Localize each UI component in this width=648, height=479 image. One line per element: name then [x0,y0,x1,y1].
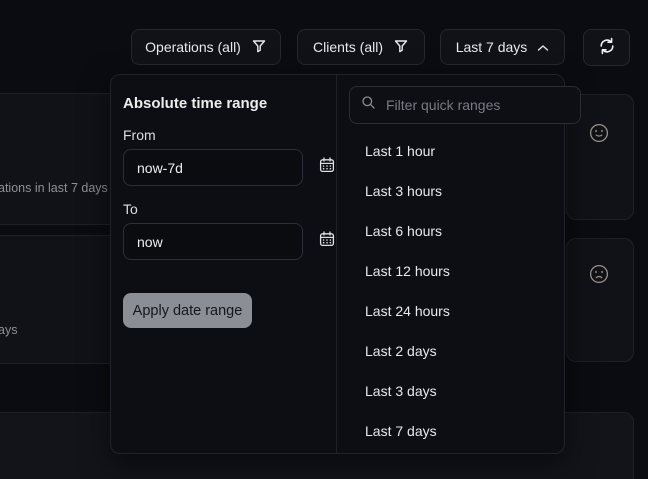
background-card-mid-left [0,235,118,364]
quick-range-item[interactable]: Last 1 hour [349,131,581,171]
quick-ranges-search[interactable] [349,86,581,124]
quick-range-item[interactable]: Last 7 days [349,411,581,451]
quick-range-item[interactable]: Last 3 days [349,371,581,411]
refresh-icon [597,36,617,59]
search-icon [361,95,376,115]
chevron-up-icon [537,39,549,55]
apply-date-range-button[interactable]: Apply date range [123,293,252,328]
to-label: To [123,202,336,217]
quick-range-item[interactable]: Last 3 hours [349,171,581,211]
calendar-icon[interactable] [318,156,336,179]
operations-filter-button[interactable]: Operations (all) [131,29,281,65]
from-label: From [123,128,336,143]
quick-ranges-list: Last 1 hour Last 3 hours Last 6 hours La… [349,131,581,451]
time-range-dropdown-panel: Absolute time range From To [110,74,565,454]
background-card-caption-2: ays [0,323,17,337]
absolute-time-range-section: Absolute time range From To [111,75,337,453]
background-card-top-left [0,93,118,225]
clients-filter-button[interactable]: Clients (all) [297,29,425,65]
funnel-icon [393,38,409,57]
panel-title: Absolute time range [123,95,336,112]
quick-range-item[interactable]: Last 12 hours [349,251,581,291]
clients-filter-label: Clients (all) [313,39,383,55]
background-card-caption: ations in last 7 days [0,181,108,195]
operations-filter-label: Operations (all) [145,39,241,55]
funnel-icon [251,38,267,57]
refresh-button[interactable] [583,29,630,66]
time-range-label: Last 7 days [456,39,528,55]
calendar-icon[interactable] [318,230,336,253]
time-range-button[interactable]: Last 7 days [440,29,565,65]
quick-range-item[interactable]: Last 24 hours [349,291,581,331]
app-screen: ations in last 7 days ays Operations (al… [0,0,648,479]
quick-range-item[interactable]: Last 2 days [349,331,581,371]
quick-range-item[interactable]: Last 6 hours [349,211,581,251]
filter-quick-ranges-input[interactable] [384,96,569,114]
to-input[interactable] [123,223,303,260]
from-input[interactable] [123,149,303,186]
quick-ranges-section: Last 1 hour Last 3 hours Last 6 hours La… [337,75,593,453]
